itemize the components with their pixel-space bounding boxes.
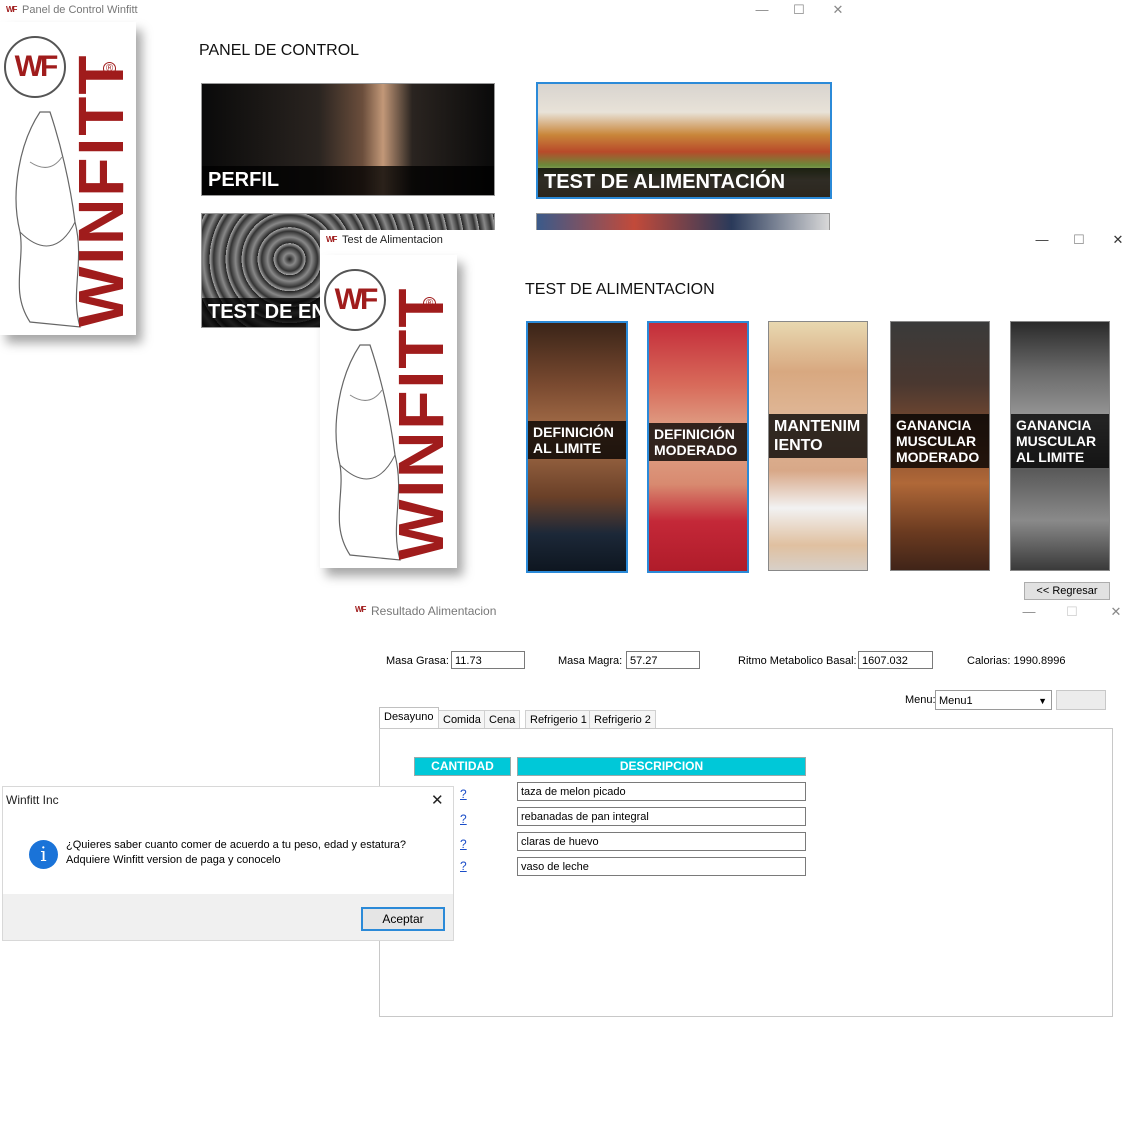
test-window-title: Test de Alimentacion — [342, 234, 443, 246]
card-ganancia-muscular-al-limite[interactable]: GANANCIA MUSCULAR AL LIMITE — [1010, 321, 1110, 571]
masa-grasa-input[interactable]: 11.73 — [451, 651, 525, 669]
row-3-description[interactable]: claras de huevo — [517, 832, 806, 851]
rmb-label: Ritmo Metabolico Basal: — [738, 655, 857, 667]
meal-tabs: Desayuno Comida Cena Refrigerio 1 Refrig… — [379, 707, 1113, 730]
card-label-line: MUSCULAR — [896, 433, 977, 449]
minimize-icon[interactable]: — — [1014, 602, 1044, 624]
card-label-line: DEFINICIÓN — [654, 426, 735, 442]
card-label-line: MANTENIM — [774, 418, 861, 435]
registered-icon: ® — [103, 62, 116, 75]
tile-perfil-label: PERFIL — [202, 166, 494, 195]
row-2-quantity-link[interactable]: ? — [460, 812, 467, 826]
winfitt-logo: WF WINFITT ® — [320, 255, 457, 568]
card-label-line: MODERADO — [896, 449, 980, 465]
card-definicion-al-limite[interactable]: DEFINICIÓN AL LIMITE — [526, 321, 628, 573]
tab-refrigerio-1[interactable]: Refrigerio 1 — [525, 710, 592, 729]
card-label-line: IENTO — [774, 437, 823, 454]
tab-cena[interactable]: Cena — [484, 710, 521, 729]
calorias-label: Calorias: 1990.8996 — [967, 655, 1066, 667]
close-icon[interactable]: ✕ — [431, 791, 444, 809]
card-label-line: AL LIMITE — [533, 440, 602, 456]
masa-grasa-label: Masa Grasa: — [386, 655, 449, 667]
test-heading: TEST DE ALIMENTACION — [525, 281, 715, 298]
rmb-input[interactable]: 1607.032 — [858, 651, 933, 669]
row-1-quantity-link[interactable]: ? — [460, 787, 467, 801]
logo-initials: WF — [324, 269, 386, 331]
tile-perfil[interactable]: PERFIL — [201, 83, 495, 196]
row-2-description[interactable]: rebanadas de pan integral — [517, 807, 806, 826]
card-label: MANTENIM IENTO — [769, 414, 867, 458]
maximize-icon[interactable]: ☐ — [1057, 602, 1087, 624]
menu-select-value: Menu1 — [939, 695, 973, 707]
logo-wordmark: WINFITT — [65, 53, 136, 327]
card-ganancia-muscular-moderado[interactable]: GANANCIA MUSCULAR MODERADO — [890, 321, 990, 571]
aceptar-button[interactable]: Aceptar — [361, 907, 445, 931]
logo-wordmark: WINFITT — [385, 286, 457, 560]
regresar-button[interactable]: << Regresar — [1024, 582, 1110, 600]
tab-refrigerio-2[interactable]: Refrigerio 2 — [589, 710, 656, 729]
maximize-icon[interactable]: ☐ — [784, 0, 814, 22]
tile-test-alimentacion-label: TEST DE ALIMENTACIÓN — [538, 168, 830, 197]
dialog-body: Winfitt Inc ✕ i ¿Quieres saber cuanto co… — [3, 787, 453, 894]
minimize-icon[interactable]: — — [1027, 230, 1057, 252]
test-titlebar: WF Test de Alimentacion — ☐ ✕ — [320, 230, 1134, 252]
dialog-title: Winfitt Inc — [6, 793, 59, 807]
card-label: GANANCIA MUSCULAR AL LIMITE — [1011, 414, 1109, 468]
card-label-line: GANANCIA — [896, 417, 972, 433]
app-icon: WF — [326, 235, 337, 244]
resultado-window-title: Resultado Alimentacion — [371, 604, 497, 618]
card-label: DEFINICIÓN AL LIMITE — [528, 421, 626, 459]
app-icon: WF — [6, 5, 17, 14]
card-label: DEFINICIÓN MODERADO — [649, 423, 747, 461]
tab-comida[interactable]: Comida — [438, 710, 486, 729]
row-4-quantity-link[interactable]: ? — [460, 859, 467, 873]
app-icon: WF — [355, 605, 366, 614]
tab-desayuno[interactable]: Desayuno — [379, 707, 439, 729]
menu-select[interactable]: Menu1 ▼ — [935, 690, 1052, 710]
card-label-line: DEFINICIÓN — [533, 424, 614, 440]
info-icon: i — [29, 840, 58, 869]
masa-magra-input[interactable]: 57.27 — [626, 651, 700, 669]
tile-test-alimentacion[interactable]: TEST DE ALIMENTACIÓN — [536, 82, 832, 199]
chevron-down-icon: ▼ — [1038, 696, 1047, 706]
card-label-line: MUSCULAR — [1016, 433, 1097, 449]
message-dialog: Winfitt Inc ✕ i ¿Quieres saber cuanto co… — [3, 787, 453, 940]
card-label-line: AL LIMITE — [1016, 449, 1085, 465]
tab-content-panel: CANTIDAD DESCRIPCION ? taza de melon pic… — [379, 728, 1113, 1017]
row-1-description[interactable]: taza de melon picado — [517, 782, 806, 801]
test-alimentacion-window: WF Test de Alimentacion — ☐ ✕ WF WINFITT… — [320, 230, 1134, 610]
card-label-line: GANANCIA — [1016, 417, 1092, 433]
registered-icon: ® — [423, 297, 436, 310]
cantidad-header: CANTIDAD — [414, 757, 511, 776]
tile-fourth[interactable] — [536, 213, 830, 230]
resultado-titlebar: WF Resultado Alimentacion — ☐ ✕ — [349, 600, 1134, 622]
close-icon[interactable]: ✕ — [1103, 230, 1133, 252]
minimize-icon[interactable]: — — [747, 0, 777, 22]
logo-initials: WF — [4, 36, 66, 98]
close-icon[interactable]: ✕ — [1101, 602, 1131, 624]
close-icon[interactable]: ✕ — [823, 0, 853, 22]
maximize-icon[interactable]: ☐ — [1064, 230, 1094, 252]
card-definicion-moderado[interactable]: DEFINICIÓN MODERADO — [647, 321, 749, 573]
panel-window-title: Panel de Control Winfitt — [22, 4, 138, 16]
row-3-quantity-link[interactable]: ? — [460, 837, 467, 851]
dialog-message-line-1: ¿Quieres saber cuanto comer de acuerdo a… — [66, 839, 406, 851]
masa-magra-label: Masa Magra: — [558, 655, 623, 667]
panel-heading: PANEL DE CONTROL — [199, 42, 360, 59]
winfitt-logo: WF WINFITT ® — [0, 22, 136, 335]
descripcion-header: DESCRIPCION — [517, 757, 806, 776]
card-label-line: MODERADO — [654, 442, 738, 458]
row-4-description[interactable]: vaso de leche — [517, 857, 806, 876]
card-label: GANANCIA MUSCULAR MODERADO — [891, 414, 989, 468]
menu-action-button[interactable] — [1056, 690, 1106, 710]
menu-label: Menu: — [905, 694, 936, 706]
panel-titlebar: WF Panel de Control Winfitt — ☐ ✕ — [0, 0, 856, 22]
dialog-message-line-2: Adquiere Winfitt version de paga y conoc… — [66, 854, 281, 866]
resultado-window: WF Resultado Alimentacion — ☐ ✕ Masa Gra… — [349, 600, 1134, 1030]
card-mantenimiento[interactable]: MANTENIM IENTO — [768, 321, 868, 571]
